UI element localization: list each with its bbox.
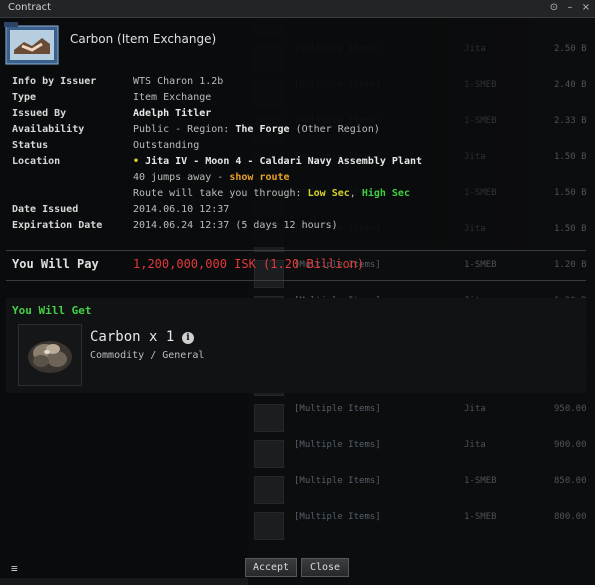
route-line: Route will take you through: Low Sec, Hi… [133, 188, 410, 199]
date-issued-label: Date Issued [12, 204, 79, 215]
contract-header-title: Carbon (Item Exchange) [70, 32, 217, 46]
item-name: Carbon x 1 [90, 329, 175, 345]
you-will-pay-value: 1,200,000,000 ISK (1.20 Billion) [133, 257, 365, 271]
status-value: Outstanding [133, 140, 200, 151]
close-button[interactable]: Close [301, 558, 349, 577]
you-will-get-label: You Will Get [12, 304, 92, 317]
availability-label: Availability [12, 124, 85, 135]
expiration-date-value: 2014.06.24 12:37 (5 days 12 hours) [133, 220, 338, 231]
window-title: Contract [8, 2, 52, 13]
region-link[interactable]: The Forge [235, 124, 289, 135]
bottom-bar [0, 578, 248, 585]
issued-by-label: Issued By [12, 108, 67, 119]
station-link[interactable]: Jita IV - Moon 4 - Caldari Navy Assembly… [145, 156, 422, 167]
expiration-date-label: Expiration Date [12, 220, 103, 231]
route-text: Route will take you through: [133, 188, 308, 199]
contract-window: Contract ⊙ – × Carbon (Item Exchange) In… [0, 0, 595, 585]
info-by-issuer-label: Info by Issuer [12, 76, 97, 87]
item-exchange-contract-icon [4, 22, 59, 65]
issued-by-link[interactable]: Adelph Titler [133, 108, 211, 119]
minimize-icon[interactable]: – [564, 2, 576, 14]
pin-icon[interactable]: ⊙ [548, 2, 560, 14]
accept-button[interactable]: Accept [245, 558, 297, 577]
divider [6, 280, 586, 281]
type-label: Type [12, 92, 37, 103]
close-icon[interactable]: × [580, 2, 592, 14]
status-label: Status [12, 140, 49, 151]
location-value: • Jita IV - Moon 4 - Caldari Navy Assemb… [133, 156, 422, 167]
carbon-item-icon[interactable] [18, 324, 82, 386]
show-info-icon[interactable]: i [182, 332, 194, 344]
jumps-line: 40 jumps away - show route [133, 172, 290, 183]
you-will-pay-label: You Will Pay [12, 257, 99, 271]
jumps-text: 40 jumps away - [133, 172, 230, 183]
location-label: Location [12, 156, 61, 167]
divider [6, 250, 586, 251]
you-will-get-section [6, 298, 586, 393]
availability-suffix: (Other Region) [289, 124, 380, 135]
low-sec-text: Low Sec [307, 188, 350, 199]
availability-prefix: Public - Region: [133, 124, 236, 135]
date-issued-value: 2014.06.10 12:37 [133, 204, 230, 215]
type-value: Item Exchange [133, 92, 212, 103]
item-category: Commodity / General [90, 350, 205, 361]
info-by-issuer-value: WTS Charon 1.2b [133, 76, 224, 87]
high-sec-text: High Sec [361, 188, 410, 199]
security-bullet: • [133, 156, 140, 167]
route-comma: , [349, 188, 362, 199]
menu-icon[interactable]: ≡ [11, 562, 18, 575]
availability-value: Public - Region: The Forge (Other Region… [133, 124, 380, 135]
title-bar[interactable]: Contract ⊙ – × [0, 0, 595, 18]
show-route-link[interactable]: show route [229, 172, 289, 183]
